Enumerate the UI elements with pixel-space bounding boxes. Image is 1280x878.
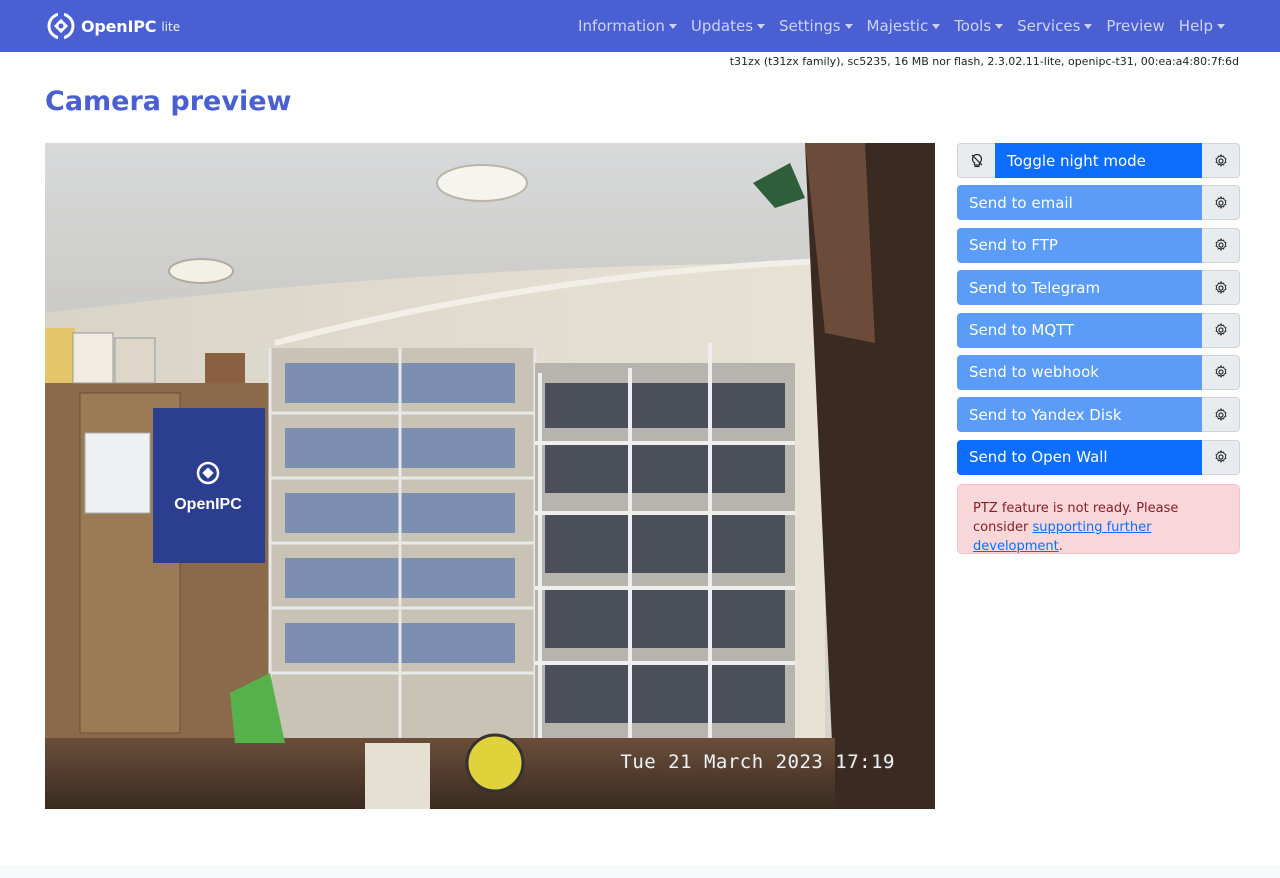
ptz-alert: PTZ feature is not ready. Please conside…	[957, 483, 1240, 554]
send-email-button[interactable]: Send to email	[957, 185, 1202, 221]
banner-label: OpenIPC	[174, 496, 242, 513]
nav-item-tools[interactable]: Tools	[947, 17, 1010, 35]
nav-label: Information	[578, 17, 665, 35]
caret-down-icon	[844, 23, 853, 29]
device-info: t31zx (t31zx family), sc5235, 16 MB nor …	[729, 55, 1239, 68]
gear-icon[interactable]	[1202, 439, 1240, 475]
caret-down-icon	[1217, 23, 1225, 29]
nav-item-preview[interactable]: Preview	[1099, 17, 1171, 35]
gear-icon[interactable]	[1202, 270, 1240, 306]
send-yandex-group: Send to Yandex Disk	[957, 397, 1240, 433]
send-open-wall-button[interactable]: Send to Open Wall	[957, 439, 1202, 475]
camera-preview-image[interactable]: OpenIPC Tue 21 March 2023 17:19	[45, 143, 935, 809]
send-ftp-button[interactable]: Send to FTP	[957, 227, 1202, 263]
nav-label: Help	[1178, 17, 1213, 35]
alert-suffix: .	[1058, 538, 1063, 554]
send-yandex-disk-button[interactable]: Send to Yandex Disk	[957, 397, 1202, 433]
nav-item-updates[interactable]: Updates	[684, 17, 772, 35]
send-telegram-button[interactable]: Send to Telegram	[957, 270, 1202, 306]
send-mqtt-group: Send to MQTT	[957, 312, 1240, 348]
gear-icon[interactable]	[1202, 312, 1240, 348]
nav-label: Settings	[779, 17, 841, 35]
nav-label: Majestic	[866, 17, 929, 35]
caret-down-icon	[1084, 23, 1093, 29]
gear-icon[interactable]	[1202, 227, 1240, 263]
night-mode-group: Toggle night mode	[957, 143, 1240, 178]
nav-label: Updates	[690, 17, 754, 35]
caret-down-icon	[932, 23, 941, 29]
toggle-night-mode-button[interactable]: Toggle night mode	[995, 143, 1202, 178]
send-webhook-button[interactable]: Send to webhook	[957, 354, 1202, 390]
send-webhook-group: Send to webhook	[957, 354, 1240, 390]
nav-label: Preview	[1106, 17, 1165, 35]
nav-item-settings[interactable]: Settings	[772, 17, 860, 35]
send-openwall-group: Send to Open Wall	[957, 439, 1240, 475]
preview-timestamp: Tue 21 March 2023 17:19	[620, 751, 895, 773]
gear-icon[interactable]	[1202, 143, 1240, 178]
action-panel: Toggle night mode Send to email Send to …	[957, 143, 1240, 554]
nav-label: Services	[1017, 17, 1081, 35]
send-mqtt-button[interactable]: Send to MQTT	[957, 312, 1202, 348]
caret-down-icon	[668, 23, 677, 29]
send-telegram-group: Send to Telegram	[957, 270, 1240, 306]
nav-item-services[interactable]: Services	[1010, 17, 1099, 35]
openipc-logo-icon	[47, 11, 75, 41]
caret-down-icon	[995, 23, 1004, 29]
nav-item-help[interactable]: Help	[1172, 17, 1232, 35]
caret-down-icon	[757, 23, 766, 29]
gear-icon[interactable]	[1202, 185, 1240, 221]
nav-item-majestic[interactable]: Majestic	[860, 17, 948, 35]
main-nav: Information Updates Settings Majestic To…	[571, 0, 1232, 52]
brand-edition: lite	[161, 20, 181, 34]
top-navbar: OpenIPC lite Information Updates Setting…	[0, 0, 1280, 52]
gear-icon[interactable]	[1202, 354, 1240, 390]
page-title: Camera preview	[45, 86, 292, 117]
lightbulb-icon[interactable]	[957, 143, 995, 178]
send-ftp-group: Send to FTP	[957, 227, 1240, 263]
footer	[0, 865, 1280, 878]
nav-label: Tools	[954, 17, 992, 35]
brand-name: OpenIPC	[81, 16, 157, 36]
send-email-group: Send to email	[957, 185, 1240, 221]
nav-item-information[interactable]: Information	[571, 17, 684, 35]
camera-scene: OpenIPC	[45, 143, 935, 809]
gear-icon[interactable]	[1202, 397, 1240, 433]
brand-link[interactable]: OpenIPC lite	[45, 10, 180, 42]
